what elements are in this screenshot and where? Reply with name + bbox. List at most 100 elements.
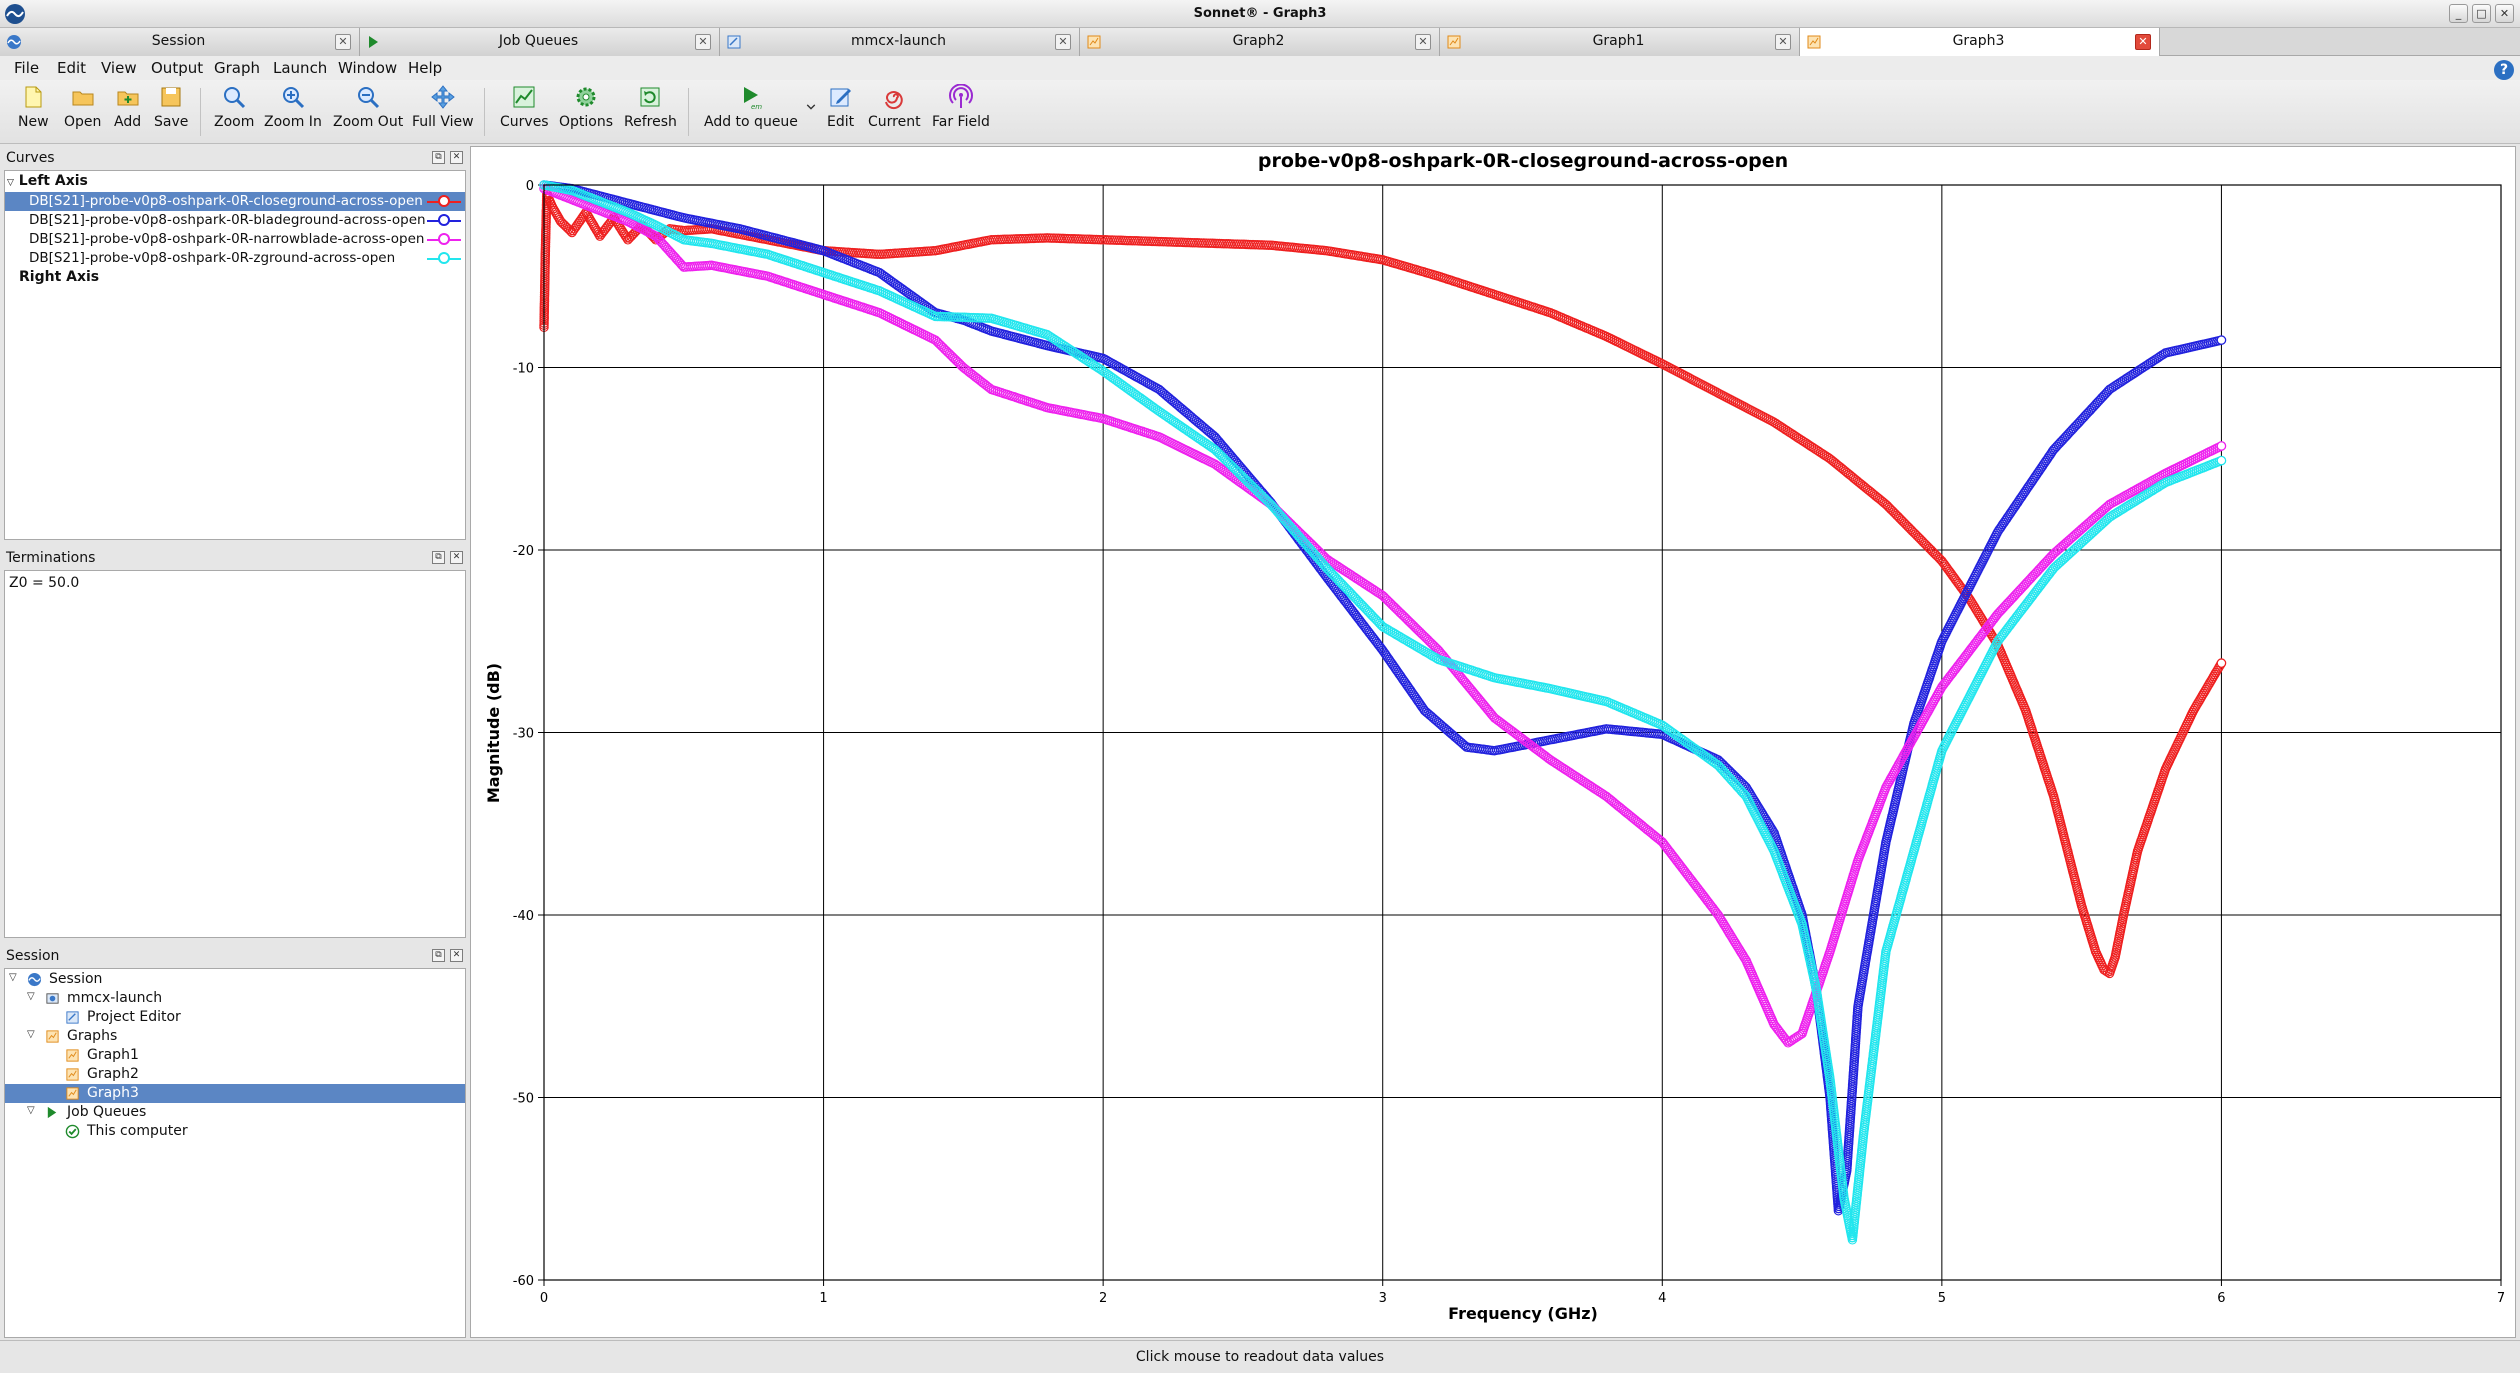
menu-edit[interactable]: Edit (57, 59, 86, 77)
open-folder-icon (72, 91, 94, 106)
expanded-triangle-icon[interactable]: ▽ (27, 1029, 35, 1040)
expanded-triangle-icon[interactable]: ▽ (27, 991, 35, 1002)
toolbar-separator (688, 88, 689, 136)
queue-dropdown-button[interactable] (804, 100, 818, 114)
right-axis-header[interactable]: Right Axis (19, 269, 99, 285)
close-panel-icon[interactable]: ✕ (450, 151, 463, 164)
window-title-bar: Sonnet® - Graph3 _ □ ✕ (0, 0, 2520, 28)
check-icon (65, 1124, 80, 1139)
maximize-button[interactable]: □ (2472, 4, 2491, 23)
refresh-button[interactable]: Refresh (624, 84, 677, 130)
options-button[interactable]: Options (559, 84, 613, 130)
zoom-in-button[interactable]: Zoom In (264, 84, 322, 130)
curve-item[interactable]: DB[S21]-probe-v0p8-oshpark-0R-narrowblad… (5, 230, 465, 249)
tree-item-project-editor[interactable]: Project Editor (5, 1008, 465, 1027)
close-tab-icon[interactable]: ✕ (1055, 34, 1071, 50)
new-button[interactable]: New (18, 84, 49, 130)
zoom-out-button[interactable]: Zoom Out (333, 84, 403, 130)
y-tick-label: -20 (513, 544, 534, 559)
menu-view[interactable]: View (101, 59, 137, 77)
zoom-button[interactable]: Zoom (214, 84, 254, 130)
curves-panel: ▽ Left Axis DB[S21]-probe-v0p8-oshpark-0… (4, 170, 466, 540)
close-tab-icon[interactable]: ✕ (1775, 34, 1791, 50)
graph-icon (66, 1049, 79, 1062)
chart-grid (544, 185, 2501, 1280)
menu-help[interactable]: Help (408, 59, 442, 77)
menu-launch[interactable]: Launch (273, 59, 327, 77)
tree-item-job-queues[interactable]: ▽ Job Queues (5, 1103, 465, 1122)
session-icon (7, 35, 21, 49)
toolbar-separator (200, 88, 201, 136)
float-panel-icon[interactable]: ⧉ (432, 151, 445, 164)
current-button[interactable]: Current (868, 84, 921, 130)
tab-mmcx-launch[interactable]: mmcx-launch ✕ (720, 28, 1080, 56)
save-button[interactable]: Save (154, 84, 188, 130)
curve-item[interactable]: DB[S21]-probe-v0p8-oshpark-0R-closegroun… (5, 192, 465, 211)
chevron-down-icon (806, 104, 816, 110)
expanded-triangle-icon[interactable]: ▽ (27, 1105, 35, 1116)
session-icon (27, 972, 42, 987)
tree-item-graph2[interactable]: Graph2 (5, 1065, 465, 1084)
tab-job-queues[interactable]: Job Queues ✕ (360, 28, 720, 56)
chart-title: probe-v0p8-oshpark-0R-closeground-across… (1258, 150, 1788, 172)
float-panel-icon[interactable]: ⧉ (432, 551, 445, 564)
data-point (2216, 441, 2227, 451)
graph-icon (1447, 35, 1461, 49)
add-to-queue-button[interactable]: em Add to queue (704, 84, 798, 130)
tree-item-mmcx-launch[interactable]: ▽ mmcx-launch (5, 989, 465, 1008)
close-panel-icon[interactable]: ✕ (450, 949, 463, 962)
x-tick-label: 3 (1379, 1291, 1387, 1306)
graph-icon (1807, 35, 1821, 49)
edit-button[interactable]: Edit (827, 84, 854, 130)
curve-marker-icon (438, 214, 450, 226)
close-tab-icon[interactable]: ✕ (695, 34, 711, 50)
em-queue-icon (369, 36, 378, 48)
left-axis-header[interactable]: ▽ Left Axis (7, 173, 88, 189)
project-icon (727, 35, 741, 49)
curves-icon (513, 86, 535, 108)
curve-item[interactable]: DB[S21]-probe-v0p8-oshpark-0R-bladegroun… (5, 211, 465, 230)
graph-view[interactable]: probe-v0p8-oshpark-0R-closeground-across… (470, 146, 2516, 1338)
editor-icon (66, 1011, 79, 1024)
full-view-button[interactable]: Full View (412, 84, 474, 130)
tree-item-graphs[interactable]: ▽ Graphs (5, 1027, 465, 1046)
close-tab-icon[interactable]: ✕ (335, 34, 351, 50)
x-tick-label: 1 (819, 1291, 827, 1306)
close-window-button[interactable]: ✕ (2495, 4, 2514, 23)
terminations-panel: Z0 = 50.0 (4, 570, 466, 938)
x-tick-label: 0 (540, 1291, 548, 1306)
x-tick-label: 5 (1938, 1291, 1946, 1306)
tab-graph2[interactable]: Graph2 ✕ (1080, 28, 1440, 56)
save-icon (161, 87, 181, 107)
add-button[interactable]: Add (114, 84, 141, 130)
terminations-panel-header: Terminations ⧉ ✕ (4, 548, 466, 568)
close-tab-icon[interactable]: ✕ (2135, 34, 2151, 50)
open-button[interactable]: Open (64, 84, 101, 130)
curve-item[interactable]: DB[S21]-probe-v0p8-oshpark-0R-zground-ac… (5, 249, 465, 268)
close-tab-icon[interactable]: ✕ (1415, 34, 1431, 50)
tree-item-graph1[interactable]: Graph1 (5, 1046, 465, 1065)
y-tick-label: 0 (526, 179, 534, 194)
current-spiral-icon (885, 91, 904, 109)
tree-item-session[interactable]: ▽ Session (5, 970, 465, 989)
s21-magnitude-chart[interactable]: probe-v0p8-oshpark-0R-closeground-across… (471, 147, 2517, 1339)
tab-graph3[interactable]: Graph3 ✕ (1800, 28, 2160, 56)
menu-file[interactable]: File (14, 59, 39, 77)
curves-button[interactable]: Curves (500, 84, 549, 130)
expanded-triangle-icon[interactable]: ▽ (9, 972, 17, 983)
minimize-button[interactable]: _ (2449, 4, 2468, 23)
tab-graph1[interactable]: Graph1 ✕ (1440, 28, 1800, 56)
tree-item-this-computer[interactable]: This computer (5, 1122, 465, 1141)
tree-item-graph3[interactable]: Graph3 (5, 1084, 465, 1103)
menu-window[interactable]: Window (338, 59, 397, 77)
menu-graph[interactable]: Graph (214, 59, 260, 77)
far-field-button[interactable]: Far Field (932, 84, 990, 130)
tab-session[interactable]: Session ✕ (0, 28, 360, 56)
close-panel-icon[interactable]: ✕ (450, 551, 463, 564)
em-play-icon: em (743, 87, 762, 110)
menu-output[interactable]: Output (151, 59, 203, 77)
curve-marker-icon (438, 233, 450, 245)
curve-marker-icon (438, 195, 450, 207)
float-panel-icon[interactable]: ⧉ (432, 949, 445, 962)
help-icon[interactable]: ? (2494, 60, 2514, 80)
